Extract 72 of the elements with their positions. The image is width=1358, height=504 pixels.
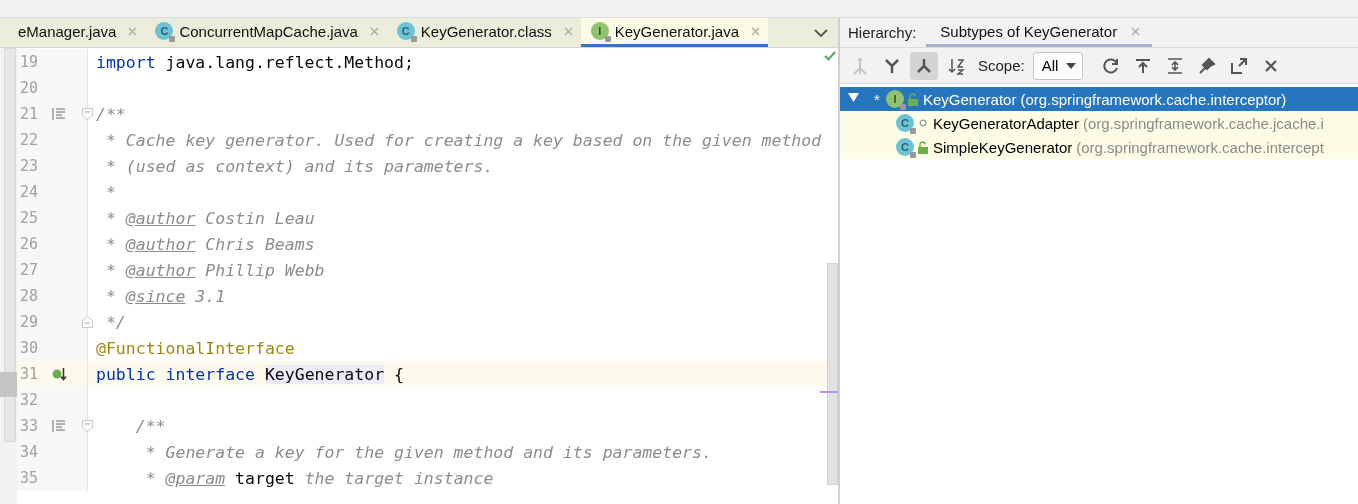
dropdown-arrow-icon [1066,62,1077,69]
editor-tab[interactable]: C ConcurrentMapCache.java [145,18,387,47]
code-line: * Cache key generator. Used for creating a key based on the given method [104,130,822,150]
class-icon: C [396,22,415,40]
package-name: (org.springframework.cache.intercept [1076,138,1324,156]
package-name: (org.springframework.cache.interceptor) [1020,90,1287,108]
refresh-icon[interactable] [1102,56,1121,75]
class-icon: C [896,138,914,156]
code-line: * @author Phillip Webb [104,260,325,280]
line-number: 22 [20,131,40,149]
implemented-icon[interactable] [52,367,68,381]
open-icon[interactable] [1230,56,1249,75]
class-hierarchy-icon [883,56,901,75]
line-number: 35 [20,469,40,487]
code-line: */ [104,312,126,332]
supertypes-icon [851,56,869,75]
line-number: 34 [20,443,40,461]
code-line: * @since 3.1 [104,286,226,306]
code-line: /** [134,416,166,436]
code-line: * [104,182,116,202]
scope-dropdown[interactable]: All [1032,51,1084,80]
expand-icon[interactable] [1166,56,1185,75]
chevron-down-icon[interactable] [814,28,828,37]
line-number: 29 [20,313,40,331]
modified-marker: * [873,90,881,108]
code-line: * @param target the target instance [144,468,494,488]
tree-item[interactable]: C SimpleKeyGenerator (org.springframework.cache.intercept [840,135,1358,159]
line-number: 26 [20,235,40,253]
line-number: 20 [20,79,40,97]
line-number: 28 [20,287,40,305]
code-line: public interface KeyGenerator { [95,364,404,384]
line-number: 24 [20,183,40,201]
export-icon[interactable] [1134,56,1153,75]
subtypes-icon [915,56,933,75]
editor-tab[interactable]: eManager.java [0,18,146,47]
tree-item[interactable]: * I KeyGenerator (org.springframework.cache.interceptor) [840,87,1358,111]
code-line: /** [95,104,126,124]
type-name: KeyGenerator [923,90,1017,108]
code-line: * Generate a key for the given method and its parameters. [144,442,712,462]
class-icon: I [590,22,609,40]
type-name: SimpleKeyGenerator [933,138,1073,156]
type-name: KeyGeneratorAdapter [933,114,1079,132]
line-number: 23 [20,157,40,175]
class-icon: C [896,114,914,132]
tree-item[interactable]: C KeyGeneratorAdapter (org.springframework.cache.jcache.i [840,111,1358,135]
code-line: @FunctionalInterface [95,338,295,358]
line-number: 33 [20,417,40,435]
position-marker [0,372,17,397]
code-line: import java.lang.reflect.Method; [95,52,414,72]
toolbar-button[interactable] [910,51,938,80]
line-number: 21 [20,105,40,123]
pin-icon[interactable] [1198,56,1217,75]
scrollbar-thumb[interactable] [827,263,838,485]
class-icon: C [155,22,174,40]
code-line: * @author Costin Leau [104,208,315,228]
code-line: * @author Chris Beams [104,234,315,254]
expand-arrow-icon[interactable] [848,92,859,103]
editor-tab[interactable]: C KeyGenerator.class [386,18,581,47]
class-icon: I [886,90,904,108]
scope-label: Scope: [978,57,1025,74]
package-name: (org.springframework.cache.jcache.i [1082,114,1324,132]
code-line: * (used as context) and its parameters. [104,156,494,176]
check-icon [824,51,836,61]
line-number: 19 [20,53,40,71]
line-number: 32 [20,391,40,409]
panel-label: Hierarchy: [847,23,918,43]
editor-tab[interactable]: I KeyGenerator.java [580,18,768,47]
line-number: 31 [20,365,40,383]
line-number: 27 [20,261,40,279]
line-number: 25 [20,209,40,227]
sort-icon [947,56,965,75]
line-number: 30 [20,339,40,357]
